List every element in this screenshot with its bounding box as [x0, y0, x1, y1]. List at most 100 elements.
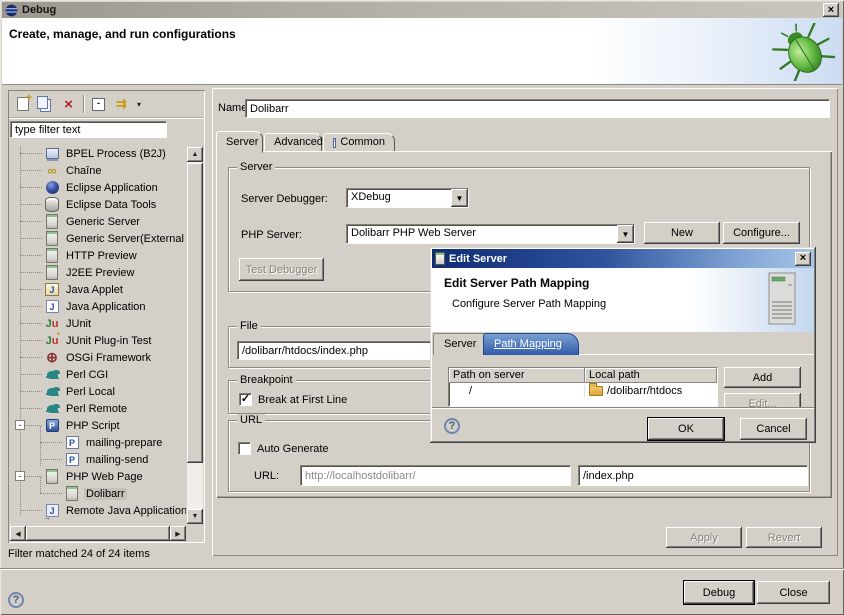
- scroll-down-icon[interactable]: ▼: [187, 509, 203, 524]
- breakpoint-group-legend: Breakpoint: [237, 374, 296, 386]
- php-server-value: Dolibarr PHP Web Server: [347, 225, 617, 243]
- url-path-input[interactable]: [578, 465, 808, 486]
- perl-icon: [44, 384, 60, 400]
- tree-item-http-preview[interactable]: HTTP Preview: [10, 247, 186, 264]
- tree-item-junit-plug-in-test[interactable]: *JUnit Plug-in Test: [10, 332, 186, 349]
- debug-button[interactable]: Debug: [684, 581, 754, 604]
- tree-item-label: J2EE Preview: [64, 267, 136, 279]
- break-first-line-label: Break at First Line: [258, 394, 347, 406]
- tree-item-java-applet[interactable]: Java Applet: [10, 281, 186, 298]
- tree-item-java-application[interactable]: Java Application: [10, 298, 186, 315]
- tree-item-label: BPEL Process (B2J): [64, 148, 168, 160]
- server-debugger-select[interactable]: XDebug ▼: [346, 188, 469, 208]
- new-configuration-icon[interactable]: [11, 93, 34, 115]
- ok-button[interactable]: OK: [648, 418, 724, 440]
- tree-item-junit[interactable]: JUnit: [10, 315, 186, 332]
- tree-item-label: JUnit: [64, 318, 93, 330]
- footer-divider: [0, 568, 844, 570]
- tree-item-eclipse-application[interactable]: Eclipse Application: [10, 179, 186, 196]
- dialog-subheading: Configure Server Path Mapping: [452, 298, 606, 310]
- junit-icon: [44, 316, 60, 332]
- column-local-path[interactable]: Local path: [585, 368, 717, 383]
- tree-item-label: Dolibarr: [84, 488, 127, 500]
- dropdown-arrow-icon[interactable]: ▼: [617, 225, 634, 243]
- dialog-titlebar: Edit Server ×: [432, 249, 814, 268]
- tree-item-php-web-page[interactable]: - PHP Web Page: [10, 468, 186, 485]
- dropdown-arrow-icon[interactable]: ▼: [451, 189, 468, 207]
- tree-item-label: PHP Web Page: [64, 471, 145, 483]
- dialog-close-button[interactable]: ×: [795, 252, 811, 266]
- tree-item-mailing-prepare[interactable]: mailing-prepare: [10, 434, 186, 451]
- tree-item-label: Eclipse Application: [64, 182, 160, 194]
- filter-input[interactable]: [10, 121, 167, 138]
- dialog-help-icon[interactable]: ?: [444, 418, 460, 434]
- tree-item-eclipse-data-tools[interactable]: Eclipse Data Tools: [10, 196, 186, 213]
- revert-button[interactable]: Revert: [746, 527, 822, 548]
- tab-server[interactable]: Server: [216, 131, 263, 153]
- tree-item-dolibarr[interactable]: Dolibarr: [10, 485, 186, 502]
- scroll-left-icon[interactable]: ◀: [10, 526, 26, 541]
- tree-horizontal-scrollbar[interactable]: ◀ ▶: [10, 526, 186, 541]
- tree-item-cha-ne[interactable]: Chaîne: [10, 162, 186, 179]
- break-first-line-checkbox[interactable]: ✓: [239, 393, 252, 406]
- help-icon[interactable]: ?: [8, 592, 24, 608]
- dialog-tab-path-mapping[interactable]: Path Mapping: [483, 333, 579, 355]
- apply-button[interactable]: Apply: [666, 527, 742, 548]
- dialog-button-bar: ? OK Cancel: [432, 407, 814, 441]
- tree-item-osgi-framework[interactable]: OSGi Framework: [10, 349, 186, 366]
- edit-mapping-button[interactable]: Edit...: [724, 393, 801, 407]
- tree-item-label: JUnit Plug-in Test: [64, 335, 153, 347]
- delete-configuration-icon[interactable]: ×: [57, 93, 80, 115]
- auto-generate-checkbox[interactable]: [238, 442, 251, 455]
- collapse-all-icon[interactable]: [87, 93, 110, 115]
- server-path-cell: /: [449, 385, 585, 397]
- collapse-expander-icon[interactable]: -: [15, 420, 25, 430]
- name-input[interactable]: [245, 99, 830, 118]
- tree-item-perl-cgi[interactable]: Perl CGI: [10, 366, 186, 383]
- tree-item-label: mailing-send: [84, 454, 150, 466]
- scroll-up-icon[interactable]: ▲: [187, 147, 203, 162]
- tree-item-label: Eclipse Data Tools: [64, 199, 158, 211]
- duplicate-configuration-icon[interactable]: [34, 93, 57, 115]
- dialog-tab-server[interactable]: Server: [433, 333, 487, 355]
- column-path-on-server[interactable]: Path on server: [449, 368, 585, 383]
- folder-icon: [589, 386, 603, 396]
- remote-java-icon: [44, 503, 60, 519]
- perl-icon: [44, 367, 60, 383]
- php-server-select[interactable]: Dolibarr PHP Web Server ▼: [346, 224, 635, 244]
- table-row[interactable]: / /dolibarr/htdocs: [449, 383, 717, 399]
- test-debugger-button[interactable]: Test Debugger: [239, 258, 324, 281]
- tab-common[interactable]: Common: [323, 133, 395, 152]
- configure-server-button[interactable]: Configure...: [723, 222, 800, 244]
- base-url-input[interactable]: [300, 465, 571, 486]
- close-button[interactable]: Close: [757, 581, 830, 604]
- bug-icon: [770, 23, 838, 84]
- add-mapping-button[interactable]: Add: [724, 367, 801, 388]
- tree-item-perl-local[interactable]: Perl Local: [10, 383, 186, 400]
- tree-item-generic-server[interactable]: Generic Server: [10, 213, 186, 230]
- new-server-button[interactable]: New: [644, 222, 720, 244]
- tree-item-php-script[interactable]: -PHP Script: [10, 417, 186, 434]
- tree-item-label: HTTP Preview: [64, 250, 139, 262]
- tree-vertical-scrollbar[interactable]: ▲ ▼: [187, 147, 203, 524]
- window-close-button[interactable]: ×: [823, 3, 839, 17]
- filter-icon[interactable]: ⇉: [110, 93, 133, 115]
- local-path-cell: /dolibarr/htdocs: [585, 385, 717, 397]
- tree-item-mailing-send[interactable]: mailing-send: [10, 451, 186, 468]
- tree-item-perl-remote[interactable]: Perl Remote: [10, 400, 186, 417]
- vertical-scroll-thumb[interactable]: [187, 163, 203, 463]
- header-banner: Create, manage, and run configurations: [2, 18, 842, 85]
- tree-item-bpel-process-b2j[interactable]: BPEL Process (B2J): [10, 145, 186, 162]
- horizontal-scroll-thumb[interactable]: [26, 526, 170, 541]
- debug-window: Debug × Create, manage, and run configur…: [0, 0, 844, 615]
- tab-advanced[interactable]: Advanced: [264, 133, 322, 152]
- scroll-right-icon[interactable]: ▶: [170, 526, 186, 541]
- tree-item-remote-java-application[interactable]: Remote Java Application: [10, 502, 186, 519]
- tree-item-j2ee-preview[interactable]: J2EE Preview: [10, 264, 186, 281]
- collapse-expander-icon[interactable]: -: [15, 471, 25, 481]
- tree-item-generic-server-external-la[interactable]: Generic Server(External La: [10, 230, 186, 247]
- dropdown-caret-icon[interactable]: ▾: [133, 93, 145, 115]
- window-title: Debug: [22, 4, 56, 16]
- page-title: Create, manage, and run configurations: [9, 27, 236, 41]
- cancel-button[interactable]: Cancel: [740, 418, 807, 440]
